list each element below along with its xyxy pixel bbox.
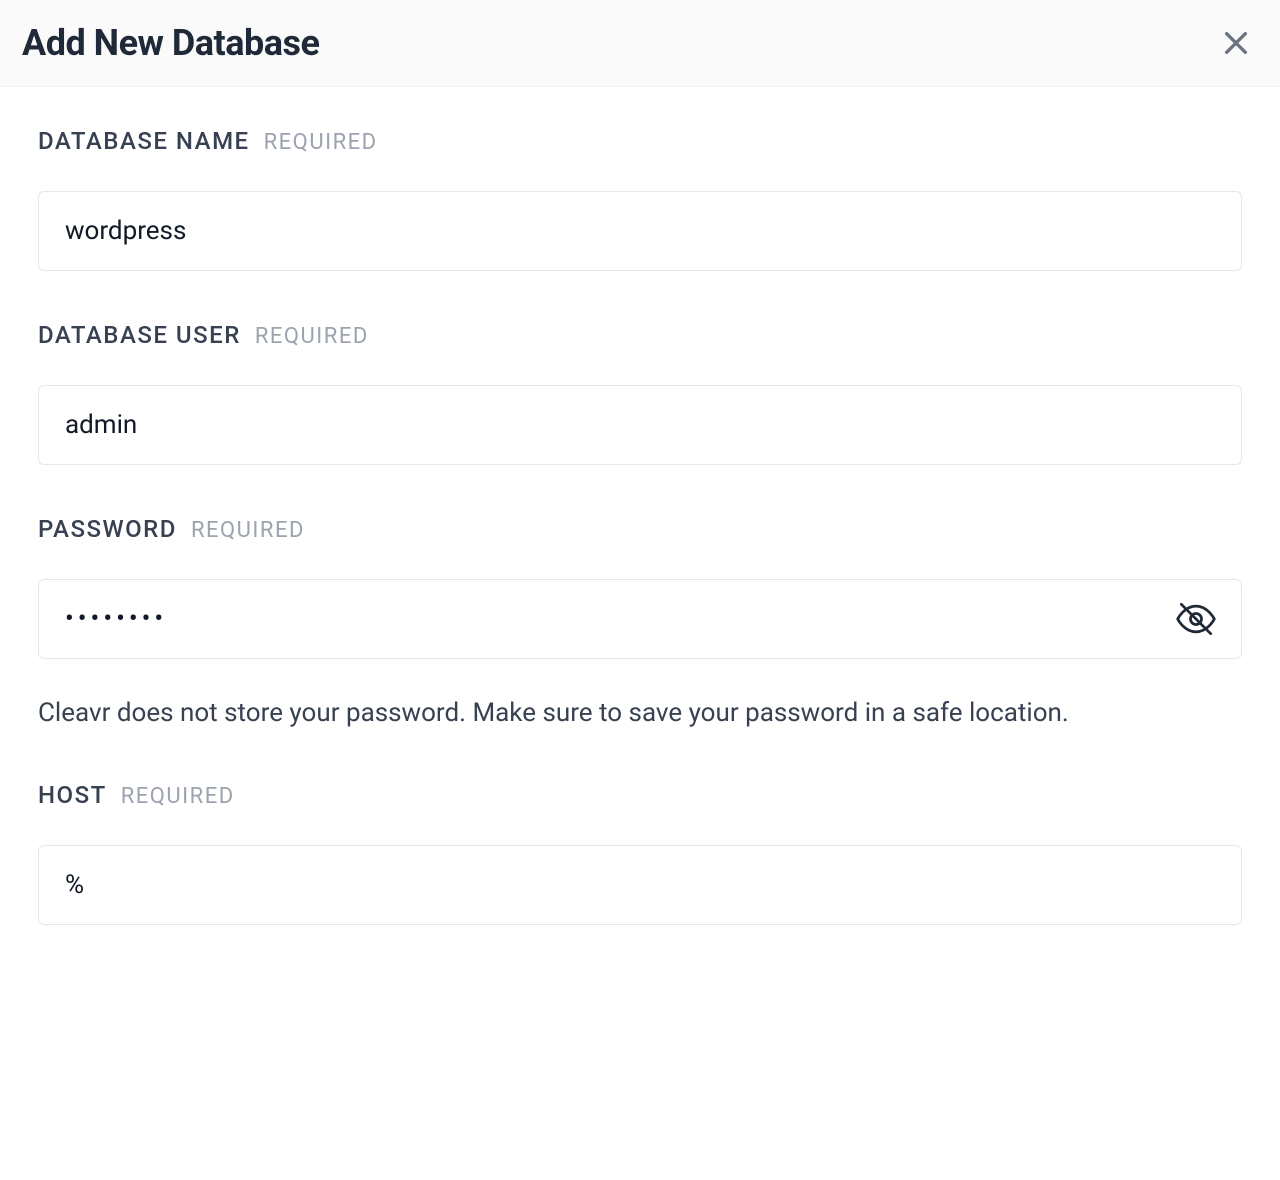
database-name-label-row: DATABASE NAME REQUIRED	[38, 127, 1242, 155]
close-icon	[1220, 27, 1252, 59]
toggle-password-visibility-button[interactable]	[1174, 597, 1218, 641]
host-label: HOST	[38, 781, 107, 809]
host-label-row: HOST REQUIRED	[38, 781, 1242, 809]
modal-header: Add New Database	[0, 0, 1280, 87]
password-group: PASSWORD REQUIRED Cleavr does not store …	[38, 515, 1242, 731]
required-tag: REQUIRED	[264, 130, 378, 155]
modal-title: Add New Database	[22, 22, 319, 64]
host-input[interactable]	[38, 845, 1242, 925]
database-user-label: DATABASE USER	[38, 321, 241, 349]
password-wrapper	[38, 579, 1242, 659]
database-name-group: DATABASE NAME REQUIRED	[38, 127, 1242, 271]
database-user-group: DATABASE USER REQUIRED	[38, 321, 1242, 465]
close-button[interactable]	[1220, 27, 1252, 59]
required-tag: REQUIRED	[191, 518, 305, 543]
password-label-row: PASSWORD REQUIRED	[38, 515, 1242, 543]
password-label: PASSWORD	[38, 515, 177, 543]
modal-content: DATABASE NAME REQUIRED DATABASE USER REQ…	[0, 87, 1280, 1015]
database-name-input[interactable]	[38, 191, 1242, 271]
database-user-label-row: DATABASE USER REQUIRED	[38, 321, 1242, 349]
required-tag: REQUIRED	[255, 324, 369, 349]
eye-off-icon	[1174, 597, 1218, 641]
database-user-input[interactable]	[38, 385, 1242, 465]
database-name-label: DATABASE NAME	[38, 127, 250, 155]
password-helper-text: Cleavr does not store your password. Mak…	[38, 695, 1242, 731]
host-group: HOST REQUIRED	[38, 781, 1242, 925]
password-input[interactable]	[38, 579, 1242, 659]
required-tag: REQUIRED	[121, 784, 235, 809]
